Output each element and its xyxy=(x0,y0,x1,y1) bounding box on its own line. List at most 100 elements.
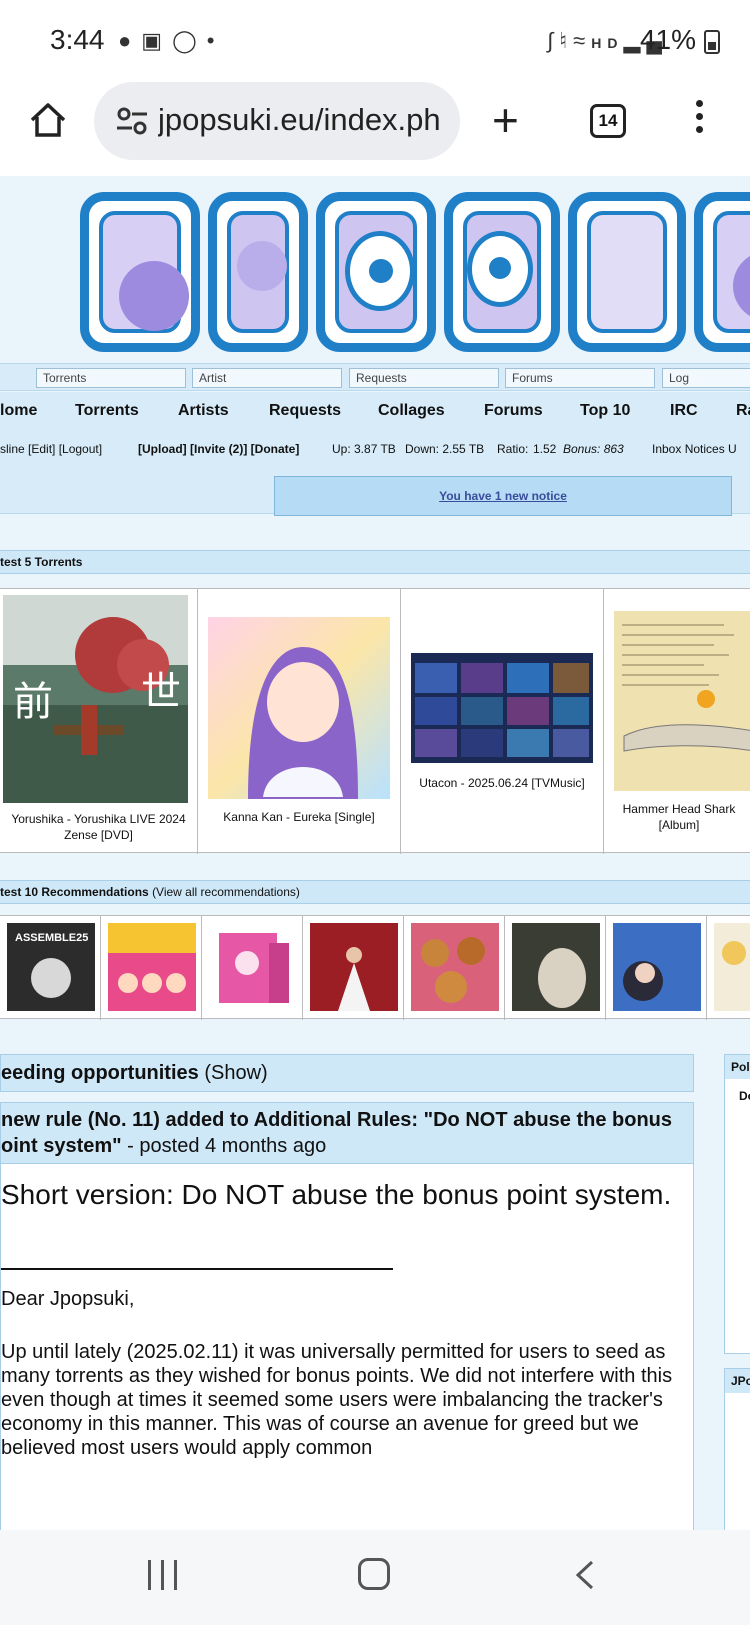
nav-artists[interactable]: Artists xyxy=(178,402,229,420)
tab-switcher-button[interactable]: 14 xyxy=(590,104,626,138)
torrent-card[interactable]: Utacon - 2025.06.24 [TVMusic] xyxy=(401,589,604,854)
torrent-caption[interactable]: Kanna Kan - Eureka [Single] xyxy=(202,809,396,825)
voicemail-icon: ▣ xyxy=(141,28,173,53)
recommendations-header: test 10 Recommendations (View all recomm… xyxy=(0,880,750,904)
recommendation-cover-image[interactable] xyxy=(108,923,196,1011)
recommendation-card[interactable] xyxy=(606,916,707,1020)
logo-letter-p1 xyxy=(208,192,308,352)
battery-icon xyxy=(704,30,720,54)
recommendation-cover-image[interactable] xyxy=(714,923,750,1011)
news-divider xyxy=(1,1268,393,1270)
news-title[interactable]: new rule (No. 11) added to Additional Ru… xyxy=(1,1109,672,1157)
jpopsuki-sidebar-header: JPo xyxy=(725,1369,750,1393)
notification-icons: ●▣◯• xyxy=(118,28,224,54)
logo-letter-u xyxy=(694,192,750,352)
logo-letter-s xyxy=(568,192,686,352)
torrent-caption[interactable]: Utacon - 2025.06.24 [TVMusic] xyxy=(405,775,599,791)
instagram-icon: ◯ xyxy=(172,28,207,53)
home-icon[interactable] xyxy=(28,100,68,140)
recommendation-card[interactable] xyxy=(707,916,750,1020)
torrent-cover-image[interactable] xyxy=(208,617,390,799)
site-settings-icon[interactable] xyxy=(116,106,148,136)
jpopsuki-sidebar-box: JPo xyxy=(724,1368,750,1530)
status-bar: 3:44 ●▣◯• ∫♮≈HD▂▄ 41% xyxy=(0,0,750,82)
bonus-points[interactable]: Bonus: 863 xyxy=(563,442,624,456)
torrent-cover-image[interactable] xyxy=(411,653,593,763)
user-info-bar: sline [Edit] [Logout] [Upload] [Invite (… xyxy=(0,434,750,464)
svg-text:ASSEMBLE25: ASSEMBLE25 xyxy=(15,932,88,944)
new-tab-icon[interactable]: + xyxy=(492,97,519,143)
logo-letter-o xyxy=(316,192,436,352)
view-all-recommendations-link[interactable]: (View all recommendations) xyxy=(152,885,300,899)
web-page: lome Torrents Artists Requests Collages … xyxy=(0,176,750,1530)
recommendation-cover-image[interactable] xyxy=(310,923,398,1011)
download-stat: Down: 2.55 TB xyxy=(405,442,485,456)
poll-sidebar-box: Pol Do xyxy=(724,1054,750,1354)
search-bar-row xyxy=(0,363,750,391)
url-text[interactable]: jpopsuki.eu/index.ph xyxy=(158,102,450,138)
recommendation-cover-image[interactable]: ASSEMBLE25 xyxy=(7,923,95,1011)
nav-torrents[interactable]: Torrents xyxy=(75,402,139,420)
nav-more[interactable]: Ra xyxy=(736,402,750,420)
recommendation-card[interactable] xyxy=(303,916,404,1020)
browser-toolbar: jpopsuki.eu/index.ph + 14 xyxy=(0,82,750,176)
requests-search-input[interactable] xyxy=(349,368,499,388)
torrent-caption[interactable]: Hammer Head Shark [Album] xyxy=(608,801,750,833)
nav-forums[interactable]: Forums xyxy=(484,402,543,420)
poll-header: Pol xyxy=(725,1055,750,1079)
back-icon[interactable] xyxy=(574,1560,596,1590)
nav-irc[interactable]: IRC xyxy=(670,402,698,420)
torrent-cover-image[interactable] xyxy=(614,611,750,791)
torrent-caption[interactable]: Yorushika - Yorushika LIVE 2024 Zense [D… xyxy=(4,811,193,843)
latest-torrents-row: 前 世 Yorushika - Yorushika LIVE 2024 Zens… xyxy=(0,588,750,854)
new-notice-banner[interactable]: You have 1 new notice xyxy=(274,476,732,516)
ratio-value: 1.52 xyxy=(533,442,557,456)
more-menu-icon[interactable] xyxy=(696,100,706,140)
user-actions[interactable]: [Upload] [Invite (2)] [Donate] xyxy=(138,442,299,456)
log-search-input[interactable] xyxy=(662,368,750,388)
seeding-title: eeding opportunities xyxy=(1,1062,199,1084)
recommendation-cover-image[interactable] xyxy=(411,923,499,1011)
news-posted-time: - posted 4 months ago xyxy=(121,1135,327,1157)
recommendation-card[interactable] xyxy=(101,916,202,1020)
recommendation-cover-image[interactable] xyxy=(209,923,297,1011)
news-greeting: Dear Jpopsuki, xyxy=(1,1288,135,1310)
chat-icon: ● xyxy=(118,28,142,53)
inbox-notices-links[interactable]: Inbox Notices U xyxy=(652,442,737,456)
torrent-cover-image[interactable]: 前 世 xyxy=(3,595,188,803)
system-nav-bar xyxy=(0,1530,750,1625)
forums-search-input[interactable] xyxy=(505,368,655,388)
nav-collages[interactable]: Collages xyxy=(378,402,445,420)
wifi-icon: ≈ xyxy=(573,28,592,53)
torrent-card[interactable]: 前 世 Yorushika - Yorushika LIVE 2024 Zens… xyxy=(0,589,198,854)
site-logo[interactable] xyxy=(80,192,750,362)
torrent-card[interactable]: Kanna Kan - Eureka [Single] xyxy=(198,589,401,854)
recommendation-cover-image[interactable] xyxy=(613,923,701,1011)
battery-percent: 41% xyxy=(639,24,696,55)
recommendation-card[interactable]: ASSEMBLE25 xyxy=(0,916,101,1020)
seeding-show-toggle[interactable]: (Show) xyxy=(204,1062,267,1084)
nav-top10[interactable]: Top 10 xyxy=(580,402,630,420)
nav-requests[interactable]: Requests xyxy=(269,402,341,420)
poll-body: Do xyxy=(739,1089,750,1103)
dot-icon: • xyxy=(206,28,225,53)
recommendation-card[interactable] xyxy=(202,916,303,1020)
recommendation-card[interactable] xyxy=(505,916,606,1020)
recommendations-title: test 10 Recommendations xyxy=(0,885,149,899)
recent-apps-icon[interactable] xyxy=(148,1560,182,1590)
torrent-card[interactable]: Hammer Head Shark [Album] xyxy=(604,589,750,854)
mute-icon: ♮ xyxy=(559,28,574,53)
recommendation-card[interactable] xyxy=(404,916,505,1020)
hd-voice-icon: HD xyxy=(591,35,624,51)
recommendation-cover-image[interactable] xyxy=(512,923,600,1011)
nav-home[interactable]: lome xyxy=(0,402,37,420)
artist-search-input[interactable] xyxy=(192,368,342,388)
user-links[interactable]: sline [Edit] [Logout] xyxy=(0,442,102,456)
home-button-icon[interactable] xyxy=(358,1558,390,1590)
news-body: Short version: Do NOT abuse the bonus po… xyxy=(0,1164,694,1530)
torrents-search-input[interactable] xyxy=(36,368,186,388)
svg-text:世: 世 xyxy=(141,669,181,715)
upload-stat: Up: 3.87 TB xyxy=(332,442,396,456)
address-bar[interactable]: jpopsuki.eu/index.ph xyxy=(94,82,460,160)
phone-screen: 3:44 ●▣◯• ∫♮≈HD▂▄ 41% jpopsuki.eu/index.… xyxy=(0,0,750,1625)
